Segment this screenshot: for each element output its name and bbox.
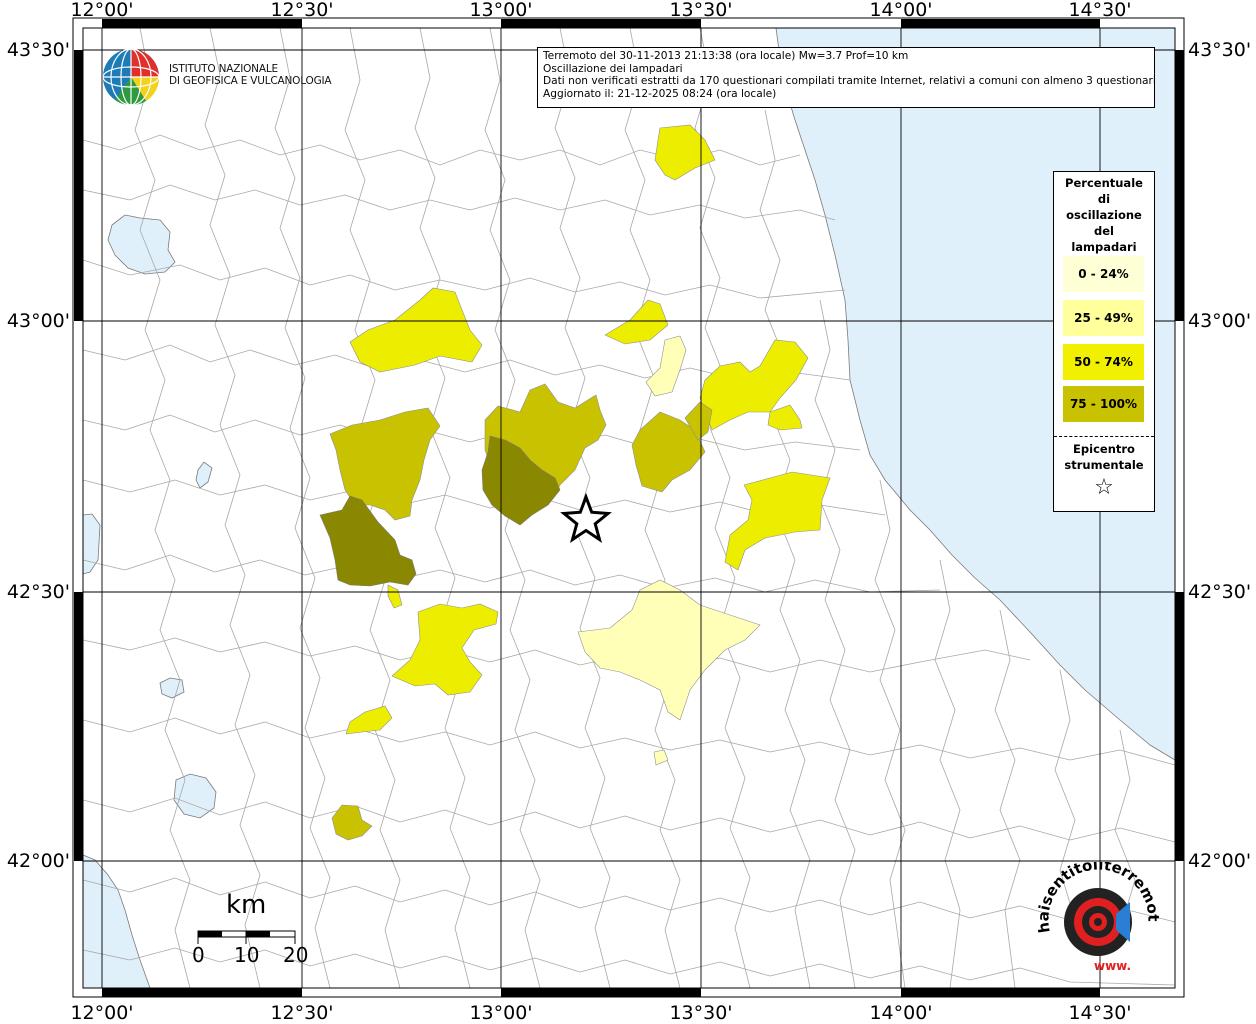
legend-epicenter-line: strumentale — [1064, 458, 1144, 472]
muni-small-sw — [345, 705, 393, 735]
muni-macerata-e — [767, 404, 803, 431]
tick-top-5: 14°30' — [1068, 0, 1131, 21]
tick-left-0: 43°30' — [7, 39, 70, 61]
ingv-name-line1: ISTITUTO NAZIONALE — [169, 63, 278, 75]
tick-right-1: 43°00' — [1188, 310, 1251, 332]
tick-labels-bottom: 12°00' 12°30' 13°00' 13°30' 14°00' 14°30… — [70, 1002, 1131, 1024]
scale-label-10: 10 — [234, 943, 260, 967]
data-note: Dati non verificati estratti da 170 ques… — [543, 75, 1155, 88]
tick-bottom-1: 12°30' — [270, 1002, 333, 1024]
lake-left-edge — [82, 513, 101, 575]
tick-bottom-4: 14°00' — [869, 1002, 932, 1024]
legend-title-line: di — [1097, 192, 1111, 206]
tick-bottom-3: 13°30' — [669, 1002, 732, 1024]
tick-top-3: 13°30' — [669, 0, 732, 21]
muni-light-north — [645, 335, 687, 397]
legend-item-75-100: 75 - 100% — [1063, 386, 1144, 422]
legend: Percentuale di oscillazione del lampadar… — [1053, 171, 1155, 512]
muni-light-center — [577, 579, 761, 721]
muni-gubbio — [349, 287, 483, 373]
legend-separator — [1054, 436, 1154, 437]
legend-item-0-24: 0 - 24% — [1063, 256, 1144, 292]
tick-bottom-5: 14°30' — [1068, 1002, 1131, 1024]
tick-bottom-2: 13°00' — [469, 1002, 532, 1024]
muni-fabriano — [604, 299, 669, 345]
legend-epicenter-line: Epicentro — [1073, 442, 1135, 456]
legend-title-line: Percentuale — [1065, 176, 1143, 190]
scale-unit: km — [226, 890, 267, 920]
tick-left-2: 42°30' — [7, 581, 70, 603]
event-title: Terremoto del 30-11-2013 21:13:38 (ora l… — [543, 50, 909, 62]
muni-light-small — [653, 749, 669, 766]
hsit-logo: haisentitoilterremoto.it www. — [1031, 848, 1168, 974]
legend-title-line: oscillazione — [1066, 208, 1142, 222]
muni-spoleto — [391, 603, 499, 696]
tick-top-0: 12°00' — [70, 0, 133, 21]
tick-bottom-0: 12°00' — [70, 1002, 133, 1024]
tick-left-1: 43°00' — [7, 310, 70, 332]
scale-label-0: 0 — [192, 943, 205, 967]
tick-left-3: 42°00' — [7, 850, 70, 872]
legend-item-50-74: 50 - 74% — [1063, 344, 1144, 380]
event-info-box: Terremoto del 30-11-2013 21:13:38 (ora l… — [537, 47, 1155, 108]
tyrrhenian-sea — [82, 854, 151, 989]
legend-epicenter-star-icon: ☆ — [1094, 475, 1114, 500]
legend-title-line: lampadari — [1071, 240, 1137, 254]
epicenter-star — [560, 492, 612, 543]
ingv-name-line2: DI GEOFISICA E VULCANOLOGIA — [169, 75, 332, 87]
legend-epicenter-title: Epicentro strumentale — [1054, 441, 1154, 473]
tick-top-2: 13°00' — [469, 0, 532, 21]
lake-corbara — [159, 677, 185, 699]
ingv-logo: ISTITUTO NAZIONALE DI GEOFISICA E VULCAN… — [101, 47, 332, 107]
tick-top-1: 12°30' — [270, 0, 333, 21]
legend-title-line: del — [1094, 224, 1114, 238]
ingv-name: ISTITUTO NAZIONALE DI GEOFISICA E VULCAN… — [169, 63, 332, 87]
map-subject: Oscillazione dei lampadari — [543, 62, 683, 75]
tick-labels-left: 43°30' 43°00' 42°30' 42°00' — [7, 39, 70, 872]
legend-title: Percentuale di oscillazione del lampadar… — [1054, 175, 1154, 255]
hsit-logo-icon: haisentitoilterremoto.it www. — [1031, 848, 1163, 973]
muni-narrow-sw — [387, 584, 403, 609]
legend-item-25-49: 25 - 49% — [1063, 300, 1144, 336]
muni-north — [654, 124, 716, 181]
tick-right-2: 42°30' — [1188, 581, 1251, 603]
update-time: Aggiornato il: 21-12-2025 08:24 (ora loc… — [543, 87, 777, 100]
svg-text:www.: www. — [1094, 959, 1131, 973]
tick-right-3: 42°00' — [1188, 850, 1251, 872]
tick-labels-right: 43°30' 43°00' 42°30' 42°00' — [1188, 39, 1251, 872]
scale-label-20: 20 — [283, 943, 309, 967]
ingv-globe-icon — [102, 48, 160, 106]
lake-small — [195, 461, 213, 489]
muni-sarnano — [724, 471, 831, 571]
tick-right-0: 43°30' — [1188, 39, 1251, 61]
tick-top-4: 14°00' — [869, 0, 932, 21]
